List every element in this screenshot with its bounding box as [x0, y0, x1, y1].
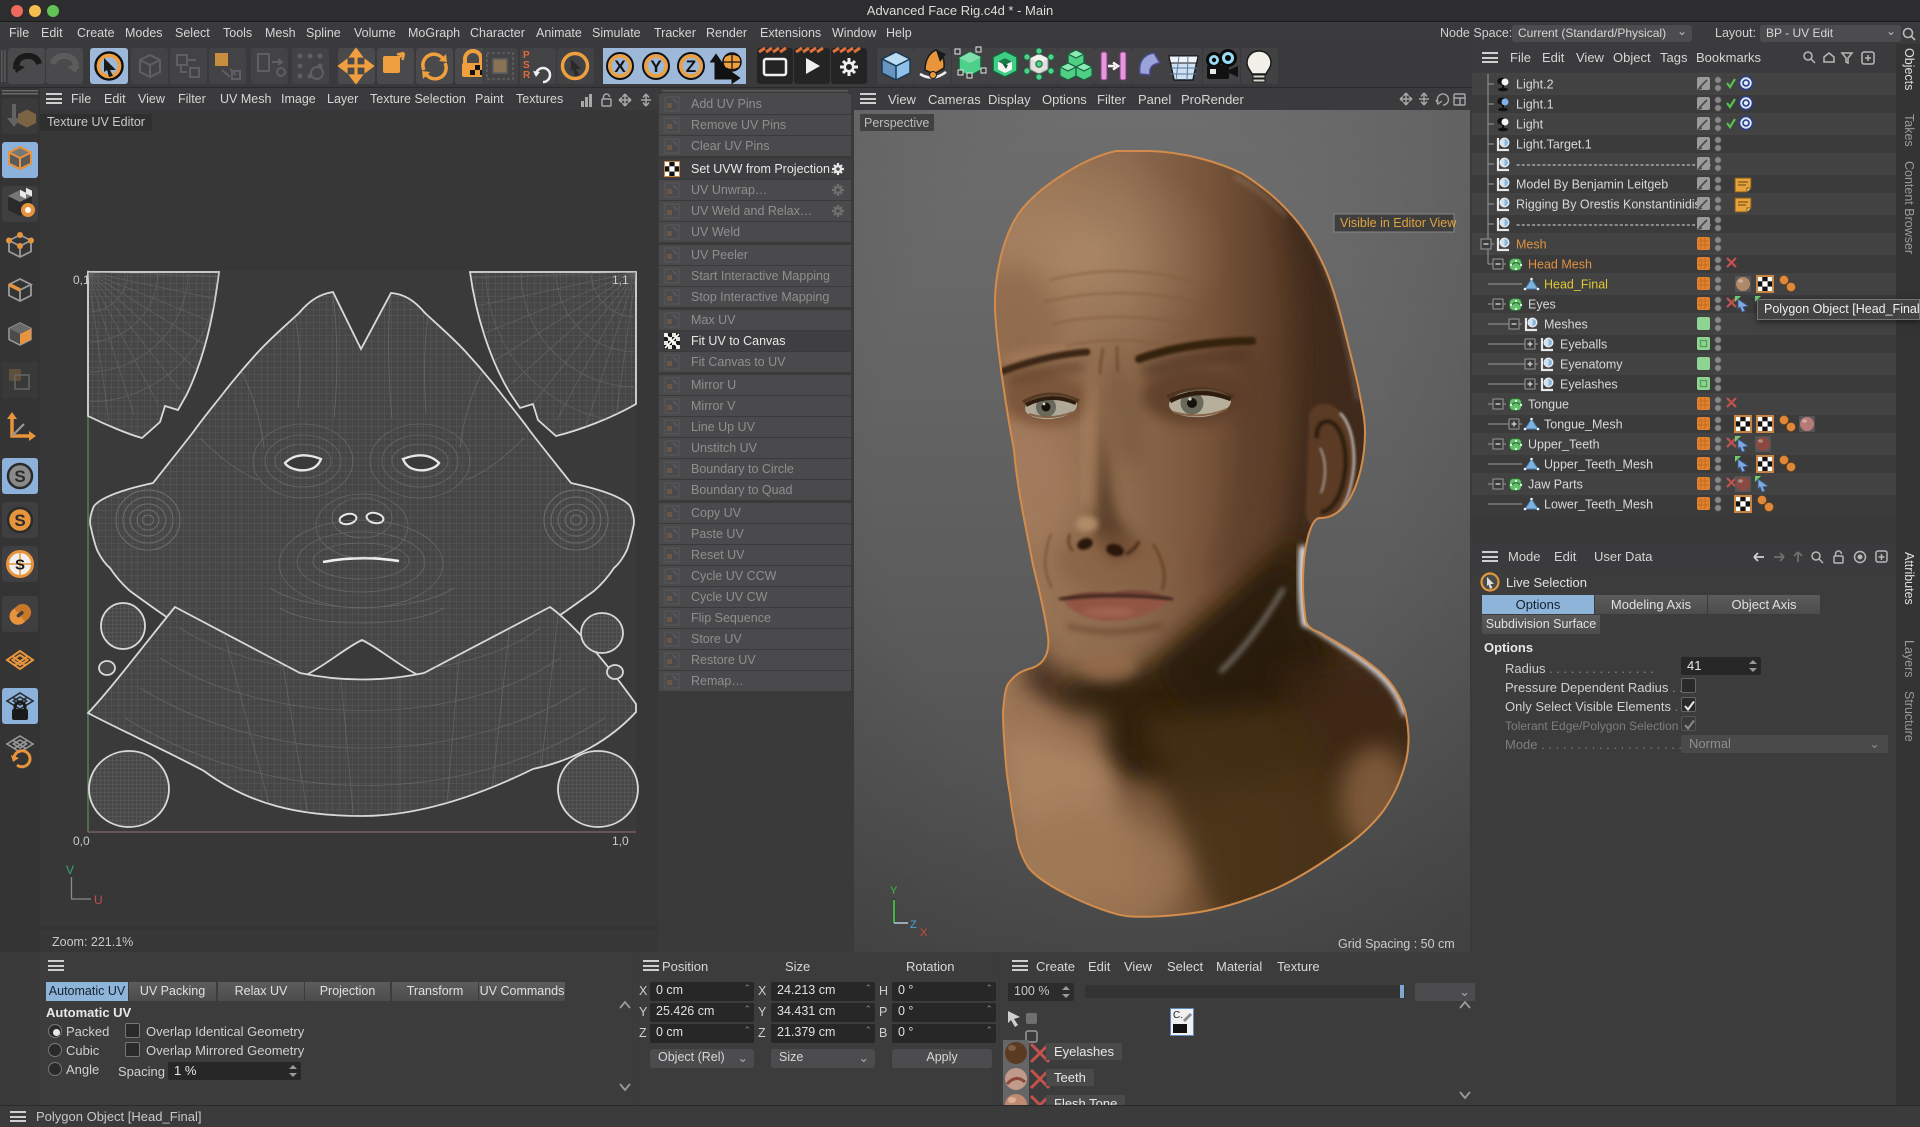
- svg-text:Upper_Teeth_Mesh: Upper_Teeth_Mesh: [1544, 458, 1653, 472]
- svg-text:Y: Y: [650, 57, 662, 76]
- svg-text:Tongue: Tongue: [1528, 398, 1569, 412]
- svg-text:R: R: [523, 70, 531, 81]
- svg-text:Light.Target.1: Light.Target.1: [1516, 138, 1592, 152]
- svg-text:Jaw Parts: Jaw Parts: [1528, 478, 1583, 492]
- svg-text:Eyes: Eyes: [1528, 298, 1556, 312]
- svg-text:S: S: [15, 557, 25, 574]
- svg-text:Z: Z: [910, 919, 917, 931]
- svg-text:S: S: [14, 511, 25, 530]
- svg-text:Eyeballs: Eyeballs: [1560, 338, 1607, 352]
- svg-text:0,0: 0,0: [73, 834, 90, 848]
- svg-text:Meshes: Meshes: [1544, 318, 1588, 332]
- svg-text:Mesh: Mesh: [1516, 238, 1547, 252]
- svg-text:1,1: 1,1: [612, 273, 629, 287]
- svg-text:Grid Spacing : 50 cm: Grid Spacing : 50 cm: [1338, 937, 1455, 951]
- svg-text:Perspective: Perspective: [864, 116, 929, 130]
- svg-text:Z: Z: [686, 57, 696, 76]
- svg-text:Head_Final: Head_Final: [1544, 278, 1608, 292]
- svg-text:X: X: [920, 927, 928, 939]
- svg-text:Rigging By Orestis Konstantini: Rigging By Orestis Konstantinidis: [1516, 198, 1701, 212]
- svg-text:Model By Benjamin Leitgeb: Model By Benjamin Leitgeb: [1516, 178, 1668, 192]
- svg-text:------------------------------: --------------------------------------: [1516, 158, 1712, 172]
- svg-text:Y: Y: [890, 885, 898, 897]
- svg-text:1,0: 1,0: [612, 834, 629, 848]
- svg-text:Eyenatomy: Eyenatomy: [1560, 358, 1623, 372]
- svg-text:Eyelashes: Eyelashes: [1560, 378, 1618, 392]
- svg-text:X: X: [614, 57, 626, 76]
- svg-text:Light: Light: [1516, 118, 1544, 132]
- svg-text:Head Mesh: Head Mesh: [1528, 258, 1592, 272]
- svg-text:------------------------------: --------------------------------------: [1516, 218, 1712, 232]
- svg-text:U: U: [94, 893, 103, 907]
- svg-text:Light.2: Light.2: [1516, 78, 1554, 92]
- svg-text:Upper_Teeth: Upper_Teeth: [1528, 438, 1600, 452]
- svg-text:Lower_Teeth_Mesh: Lower_Teeth_Mesh: [1544, 498, 1653, 512]
- svg-text:0,1: 0,1: [73, 273, 90, 287]
- svg-text:V: V: [66, 863, 74, 877]
- svg-text:Light.1: Light.1: [1516, 98, 1554, 112]
- svg-text:S: S: [14, 467, 25, 486]
- svg-text:Tongue_Mesh: Tongue_Mesh: [1544, 418, 1623, 432]
- svg-text:Visible in Editor View: Visible in Editor View: [1340, 216, 1457, 230]
- svg-text:Zoom: 221.1%: Zoom: 221.1%: [52, 935, 133, 949]
